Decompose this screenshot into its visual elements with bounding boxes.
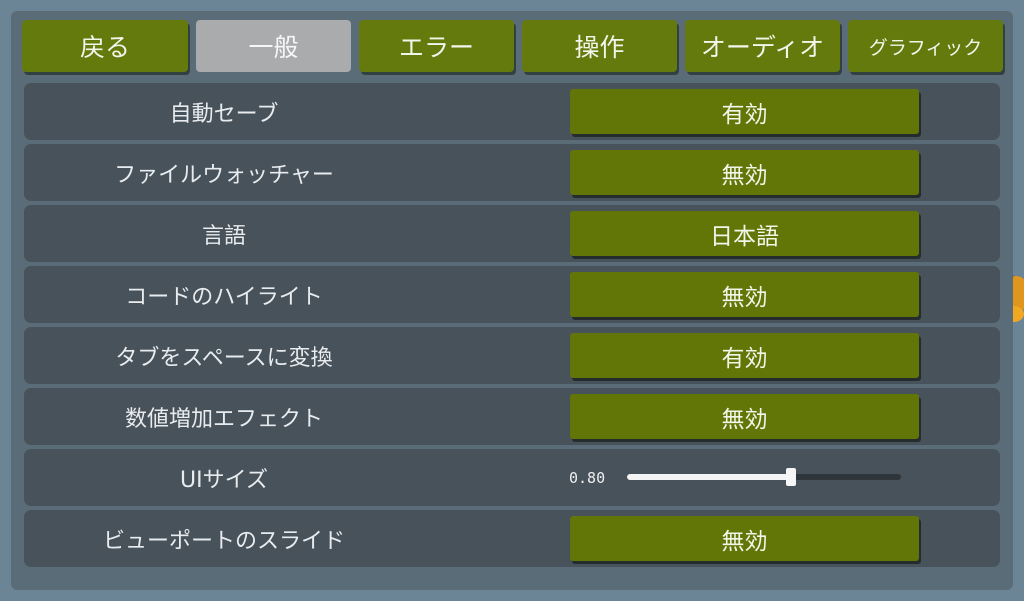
setting-label: 言語 xyxy=(201,223,246,249)
setting-row-tabs-to-spaces: タブをスペースに変換 有効 xyxy=(24,327,1000,384)
ui-size-slider[interactable] xyxy=(627,468,901,486)
setting-label: 自動セーブ xyxy=(169,101,279,127)
file-watcher-toggle-button[interactable]: 無効 xyxy=(570,150,919,195)
tab-controls[interactable]: 操作 xyxy=(522,20,677,72)
setting-label: コードのハイライト xyxy=(125,284,323,310)
setting-row-file-watcher: ファイルウォッチャー 無効 xyxy=(24,144,1000,201)
slider-fill xyxy=(627,474,791,480)
setting-row-number-effect: 数値増加エフェクト 無効 xyxy=(24,388,1000,445)
setting-row-autosave: 自動セーブ 有効 xyxy=(24,83,1000,140)
back-button[interactable]: 戻る xyxy=(22,20,188,72)
code-highlight-toggle-button[interactable]: 無効 xyxy=(570,272,919,317)
viewport-slide-toggle-button[interactable]: 無効 xyxy=(570,516,919,561)
setting-label: タブをスペースに変換 xyxy=(115,345,333,371)
ui-size-value: 0.80 xyxy=(569,468,606,487)
tab-general[interactable]: 一般 xyxy=(196,20,351,72)
tab-audio[interactable]: オーディオ xyxy=(685,20,840,72)
setting-row-ui-size: UIサイズ 0.80 xyxy=(24,449,1000,506)
setting-row-code-highlight: コードのハイライト 無効 xyxy=(24,266,1000,323)
tab-errors[interactable]: エラー xyxy=(359,20,514,72)
settings-tab-bar: 戻る 一般 エラー 操作 オーディオ グラフィック xyxy=(22,20,1004,72)
setting-row-language: 言語 日本語 xyxy=(24,205,1000,262)
number-effect-toggle-button[interactable]: 無効 xyxy=(570,394,919,439)
tab-graphics[interactable]: グラフィック xyxy=(848,20,1003,72)
setting-label: ファイルウォッチャー xyxy=(114,162,334,188)
tabs-to-spaces-toggle-button[interactable]: 有効 xyxy=(570,333,919,378)
language-select-button[interactable]: 日本語 xyxy=(570,211,919,256)
setting-label: ビューポートのスライド xyxy=(102,528,345,554)
slider-thumb[interactable] xyxy=(786,468,796,486)
autosave-toggle-button[interactable]: 有効 xyxy=(570,89,919,134)
setting-label: 数値増加エフェクト xyxy=(124,406,323,432)
setting-row-viewport-slide: ビューポートのスライド 無効 xyxy=(24,510,1000,567)
setting-label: UIサイズ xyxy=(180,467,268,493)
